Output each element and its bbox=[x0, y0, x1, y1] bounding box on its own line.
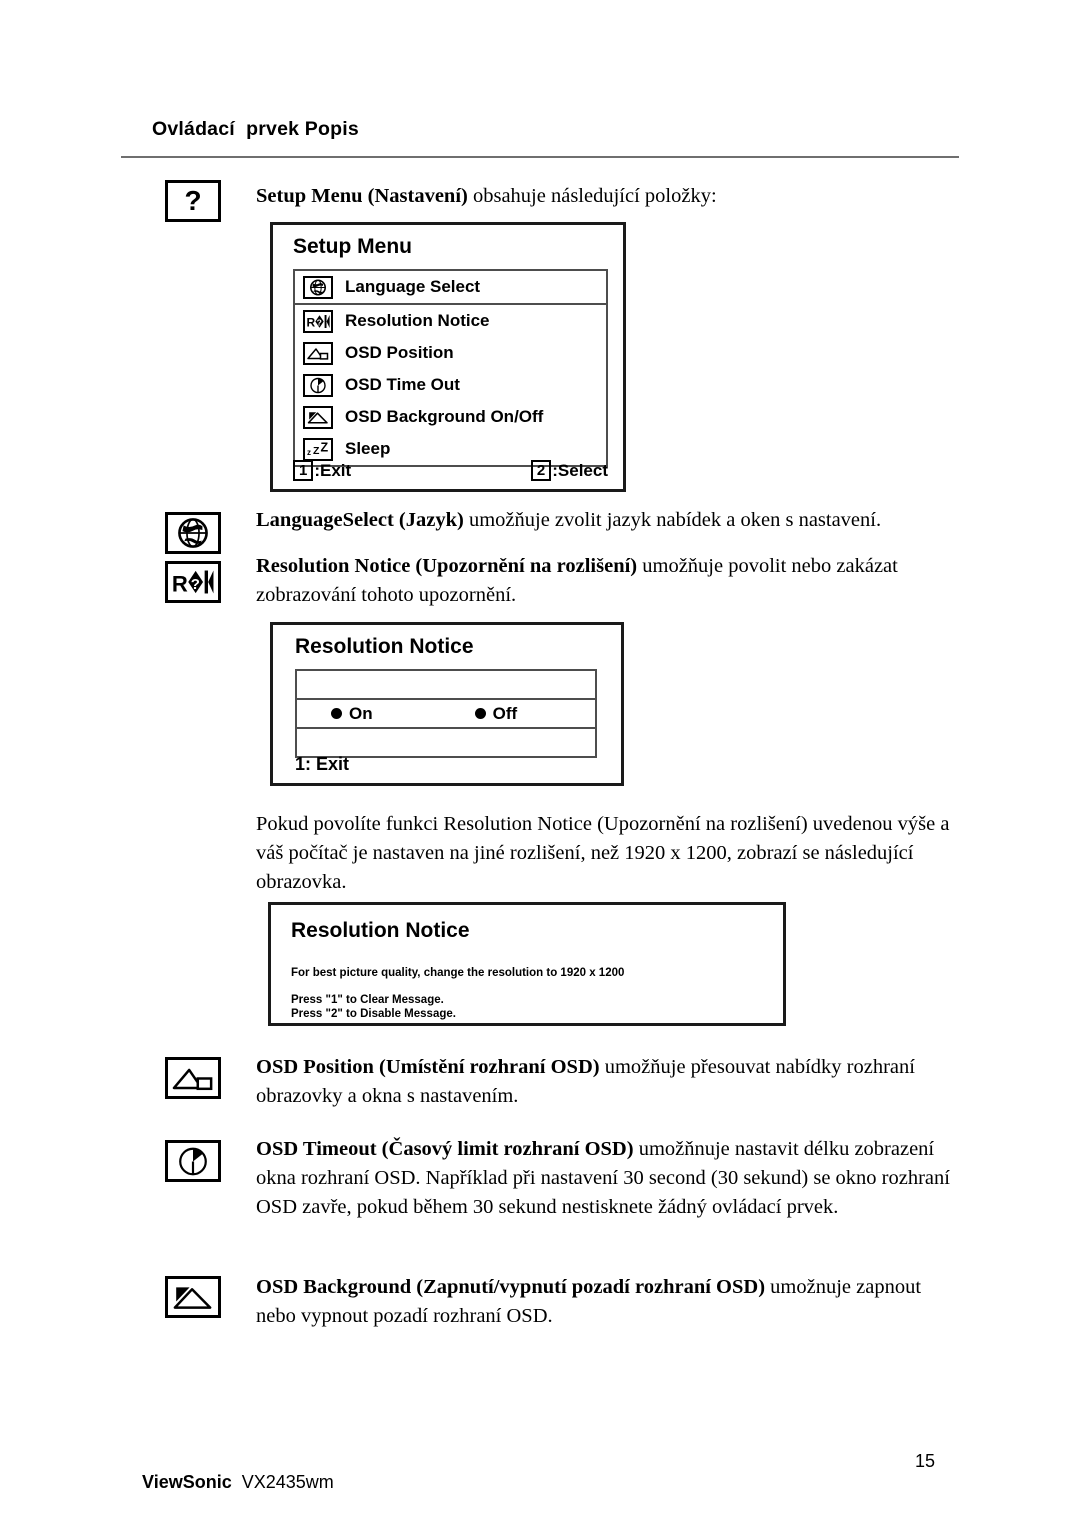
footer-brand-model: ViewSonic VX2435wm bbox=[122, 1451, 334, 1514]
menu-item-label: Resolution Notice bbox=[345, 311, 490, 330]
setup-menu-osd: Setup Menu Language Select R ? Resolutio… bbox=[270, 222, 626, 492]
svg-text:Z: Z bbox=[313, 445, 320, 457]
setup-menu-heading: Setup Menu bbox=[293, 235, 412, 258]
osd-position-icon bbox=[165, 1057, 221, 1099]
svg-text:Z: Z bbox=[321, 441, 329, 455]
resolution-notice-row-options: On Off bbox=[297, 698, 595, 729]
resolution-notice-option-on[interactable]: On bbox=[331, 704, 373, 724]
menu-item-label: OSD Position bbox=[345, 343, 454, 362]
clock-icon bbox=[165, 1140, 221, 1182]
osd-position-bold: OSD Position (Umístění rozhraní OSD) bbox=[256, 1056, 600, 1078]
footer-model: VX2435wm bbox=[231, 1472, 334, 1492]
manual-page: Ovládací prvek Popis ? Setup Menu (Nasta… bbox=[0, 0, 1080, 1527]
page-title: Ovládací prvek Popis bbox=[152, 118, 359, 140]
resolution-body-paragraph: Pokud povolíte funkci Resolution Notice … bbox=[256, 813, 950, 893]
language-select-rest: umožňuje zvolit jazyk nabídek a oken s n… bbox=[463, 509, 882, 531]
setup-menu-list: Language Select R ? Resolution Notice OS… bbox=[293, 269, 608, 467]
resolution-message-osd: Resolution Notice For best picture quali… bbox=[268, 902, 786, 1026]
sleep-zzz-icon: z Z Z bbox=[303, 437, 333, 461]
radio-bullet-icon bbox=[331, 708, 342, 719]
intro-paragraph: Setup Menu (Nastavení) obsahuje následuj… bbox=[256, 182, 962, 211]
option-on-label: On bbox=[349, 703, 373, 723]
menu-item-label: Language Select bbox=[345, 277, 481, 296]
footer-page-number: 15 bbox=[915, 1451, 936, 1471]
svg-text:R: R bbox=[172, 571, 188, 596]
menu-item-osd-background[interactable]: OSD Background On/Off bbox=[295, 401, 606, 433]
menu-item-label: OSD Background On/Off bbox=[345, 407, 544, 426]
menu-item-resolution-notice[interactable]: R ? Resolution Notice bbox=[295, 305, 606, 337]
svg-text:?: ? bbox=[191, 576, 200, 593]
setup-menu-select[interactable]: 2:Select bbox=[530, 460, 608, 481]
osd-position-icon bbox=[303, 341, 333, 365]
mountain-icon bbox=[165, 1276, 221, 1318]
menu-item-label: OSD Time Out bbox=[345, 375, 460, 394]
svg-text:?: ? bbox=[317, 317, 322, 327]
globe-icon bbox=[165, 512, 221, 554]
menu-item-osd-time-out[interactable]: OSD Time Out bbox=[295, 369, 606, 401]
select-label: :Select bbox=[552, 461, 608, 480]
resolution-notice-heading: Resolution Notice bbox=[295, 635, 474, 658]
mountain-icon bbox=[303, 405, 333, 429]
menu-item-label: Sleep bbox=[345, 439, 391, 458]
resolution-message-line-2: Press "1" to Clear Message. bbox=[291, 994, 444, 1006]
clock-icon bbox=[303, 373, 333, 397]
language-select-bold: LanguageSelect (Jazyk) bbox=[256, 509, 464, 531]
resolution-message-line-3: Press "2" to Disable Message. bbox=[291, 1008, 456, 1020]
exit-label: :Exit bbox=[314, 461, 352, 480]
setup-menu-footer: 1:Exit 2:Select bbox=[293, 460, 608, 481]
resolution-notice-bold: Resolution Notice (Upozornění na rozliše… bbox=[256, 555, 638, 577]
key-1: 1 bbox=[293, 460, 314, 481]
footer-brand: ViewSonic bbox=[142, 1472, 232, 1492]
header-divider bbox=[121, 156, 959, 158]
question-mark-icon: ? bbox=[165, 180, 221, 222]
intro-paragraph-rest: obsahuje následující položky: bbox=[467, 185, 717, 207]
radio-bullet-icon bbox=[474, 708, 486, 719]
resolution-icon: R ? bbox=[303, 309, 333, 333]
globe-icon bbox=[303, 275, 333, 299]
svg-text:R: R bbox=[307, 315, 316, 329]
menu-item-language-select[interactable]: Language Select bbox=[295, 271, 606, 305]
question-mark-glyph: ? bbox=[184, 185, 202, 216]
resolution-notice-osd: Resolution Notice On Off 1: Exit bbox=[270, 622, 624, 786]
resolution-notice-paragraph: Resolution Notice (Upozornění na rozliše… bbox=[256, 552, 962, 610]
osd-timeout-bold: OSD Timeout (Časový limit rozhraní OSD) bbox=[256, 1138, 634, 1160]
menu-item-osd-position[interactable]: OSD Position bbox=[295, 337, 606, 369]
svg-text:z: z bbox=[307, 448, 311, 457]
osd-timeout-paragraph: OSD Timeout (Časový limit rozhraní OSD) … bbox=[256, 1135, 962, 1222]
resolution-notice-option-off[interactable]: Off bbox=[474, 703, 518, 724]
resolution-notice-options: On Off bbox=[295, 669, 597, 758]
setup-menu-exit[interactable]: 1:Exit bbox=[293, 460, 351, 481]
resolution-icon: R ? bbox=[165, 561, 221, 603]
osd-background-paragraph: OSD Background (Zapnutí/vypnutí pozadí r… bbox=[256, 1273, 962, 1331]
resolution-message-heading: Resolution Notice bbox=[291, 919, 470, 942]
resolution-notice-row-empty-bottom bbox=[297, 729, 595, 756]
resolution-notice-exit[interactable]: 1: Exit bbox=[295, 754, 349, 775]
key-2: 2 bbox=[530, 460, 552, 481]
language-select-paragraph: LanguageSelect (Jazyk) umožňuje zvolit j… bbox=[256, 506, 962, 535]
osd-position-paragraph: OSD Position (Umístění rozhraní OSD) umo… bbox=[256, 1053, 962, 1111]
intro-paragraph-bold: Setup Menu (Nastavení) bbox=[256, 185, 468, 207]
resolution-message-line-1: For best picture quality, change the res… bbox=[291, 967, 625, 979]
option-off-label: Off bbox=[492, 703, 518, 723]
osd-background-bold: OSD Background (Zapnutí/vypnutí pozadí r… bbox=[256, 1276, 766, 1298]
resolution-notice-row-empty-top bbox=[297, 671, 595, 698]
